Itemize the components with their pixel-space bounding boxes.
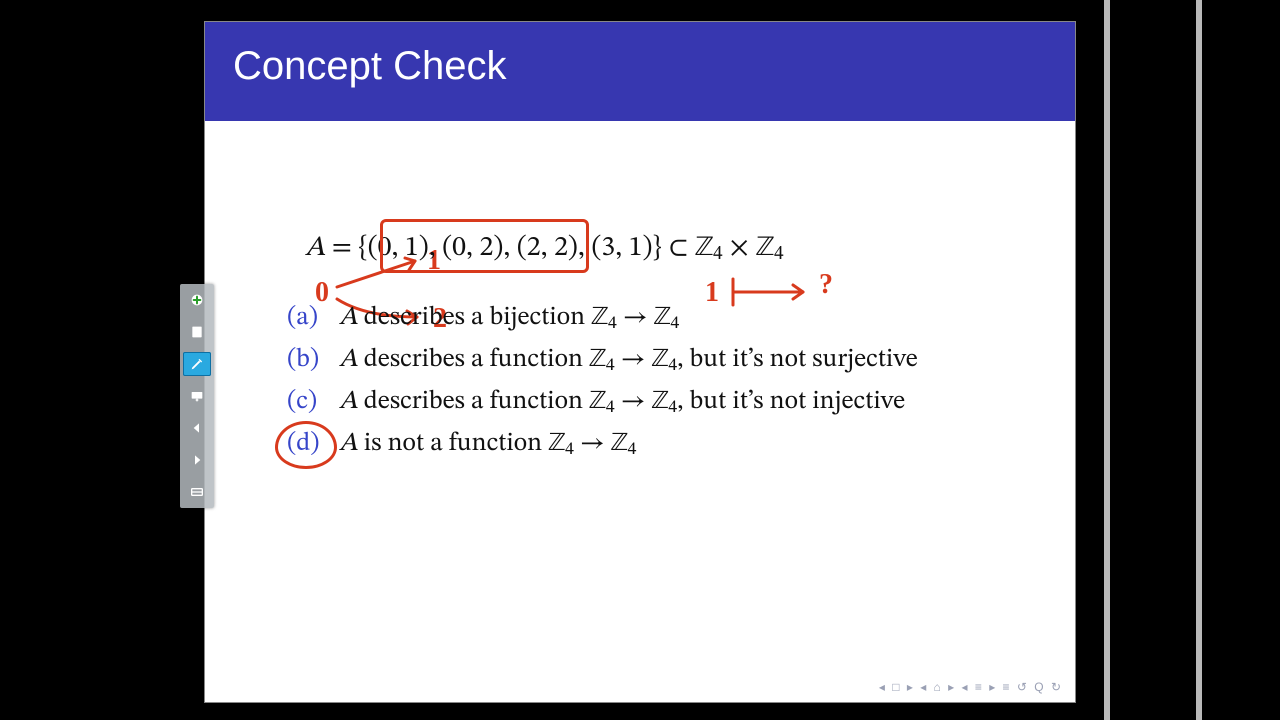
hand-question: ? bbox=[819, 269, 833, 300]
slide: Concept Check 0 1 2 1 ? A = bbox=[205, 22, 1075, 702]
pen-tool-button[interactable] bbox=[183, 352, 211, 376]
prev-slide-button[interactable] bbox=[183, 416, 211, 440]
set-definition: A = {(0, 1), (0, 2), (2, 2), (3, 1)} ⊂ ℤ… bbox=[305, 231, 1035, 267]
decor-strip bbox=[1196, 0, 1202, 720]
beamer-nav-symbols[interactable]: ◂ □ ▸ ◂ ⌂ ▸ ◂ ≡ ▸ ≡ ↺ Q ↻ bbox=[879, 680, 1063, 694]
next-slide-button[interactable] bbox=[183, 448, 211, 472]
add-annotation-button[interactable] bbox=[183, 288, 211, 312]
set-definition-text: A = {(0, 1), (0, 2), (2, 2), (3, 1)} ⊂ ℤ… bbox=[305, 234, 783, 262]
option-label: (b) bbox=[287, 343, 339, 378]
option-label: (a) bbox=[287, 301, 339, 336]
page-icon bbox=[188, 324, 206, 340]
nav-symbols-text: ◂ □ ▸ ◂ ⌂ ▸ ◂ ≡ ▸ ≡ ↺ Q ↻ bbox=[879, 680, 1063, 694]
option-body: A is not a function ℤ4 → ℤ4 bbox=[339, 427, 636, 463]
plus-icon bbox=[188, 292, 206, 308]
pen-icon bbox=[188, 356, 206, 372]
fit-icon bbox=[188, 484, 206, 500]
arrow-left-icon bbox=[188, 420, 206, 436]
stage: Concept Check 0 1 2 1 ? A = bbox=[0, 0, 1280, 720]
arrow-right-icon bbox=[188, 452, 206, 468]
annotation-toolbar bbox=[180, 284, 214, 508]
option-label: (c) bbox=[287, 385, 339, 420]
pointer-tool-button[interactable] bbox=[183, 384, 211, 408]
options-list: (a) A describes a bijection ℤ4 → ℤ4 (b) … bbox=[287, 301, 1035, 463]
option-a: (a) A describes a bijection ℤ4 → ℤ4 bbox=[287, 301, 1035, 337]
option-body: A describes a bijection ℤ4 → ℤ4 bbox=[339, 301, 679, 337]
clear-slide-button[interactable] bbox=[183, 320, 211, 344]
slide-content: 0 1 2 1 ? A = {(0, 1), (0, 2), (2, 2), (… bbox=[205, 231, 1075, 463]
option-body: A describes a function ℤ4 → ℤ4, but it’s… bbox=[339, 343, 918, 379]
option-body: A describes a function ℤ4 → ℤ4, but it’s… bbox=[339, 385, 905, 421]
screen-icon bbox=[188, 388, 206, 404]
option-b: (b) A describes a function ℤ4 → ℤ4, but … bbox=[287, 343, 1035, 379]
option-d: (d) A is not a function ℤ4 → ℤ4 bbox=[287, 427, 1035, 463]
option-c: (c) A describes a function ℤ4 → ℤ4, but … bbox=[287, 385, 1035, 421]
fit-screen-button[interactable] bbox=[183, 480, 211, 504]
option-label: (d) bbox=[287, 427, 339, 462]
decor-strip bbox=[1104, 0, 1110, 720]
slide-title: Concept Check bbox=[205, 22, 1075, 121]
